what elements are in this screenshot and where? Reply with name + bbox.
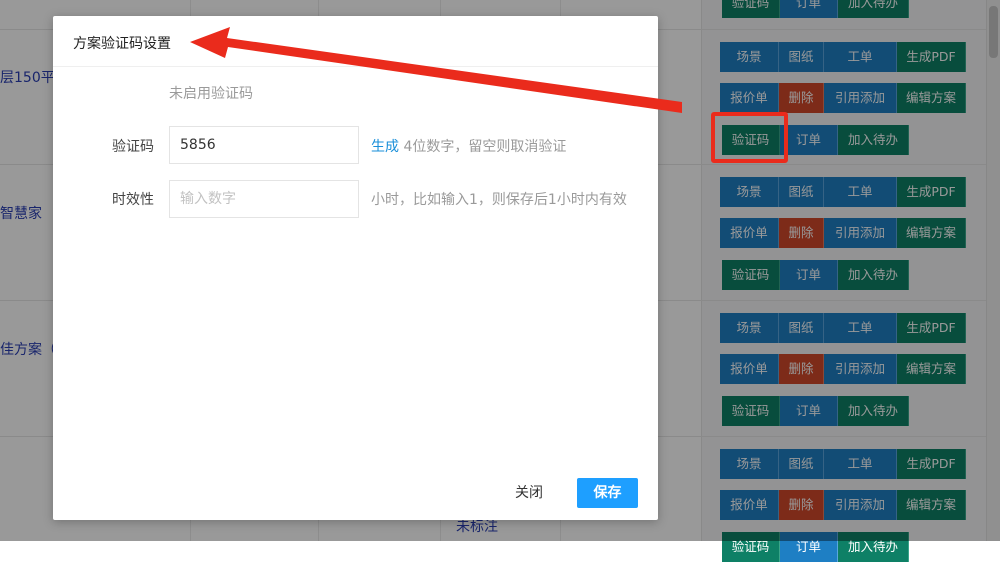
annotation-arrow-icon [190, 27, 682, 113]
